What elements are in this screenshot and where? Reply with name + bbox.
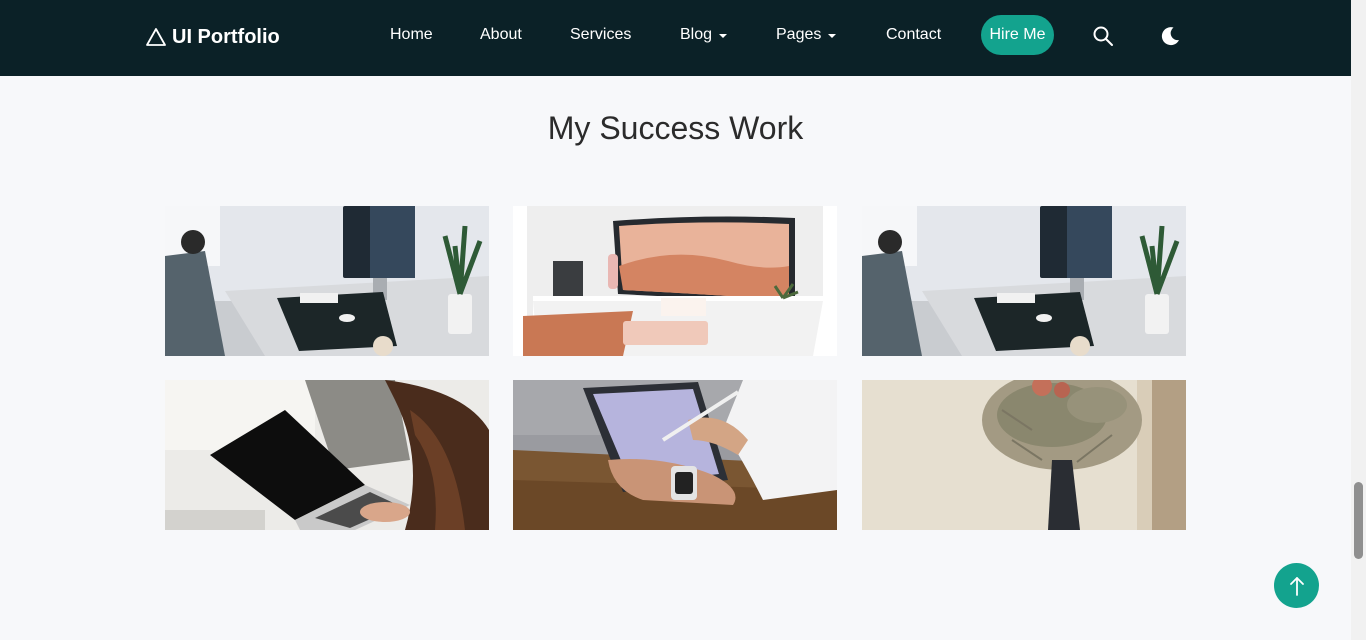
laptop-photo <box>165 380 489 530</box>
back-to-top-button[interactable] <box>1274 563 1319 608</box>
gallery-item[interactable] <box>513 380 837 530</box>
workspace-photo <box>165 206 489 356</box>
brand-name: UI Portfolio <box>172 25 280 48</box>
tablet-photo <box>513 380 837 530</box>
nav-pages-label: Pages <box>776 26 822 43</box>
gallery-item[interactable] <box>165 206 489 356</box>
nav-about[interactable]: About <box>480 24 522 46</box>
flowers-photo <box>862 380 1186 530</box>
brand-logo[interactable]: UI Portfolio <box>146 24 280 50</box>
hire-me-button[interactable]: Hire Me <box>981 15 1054 55</box>
navbar: UI Portfolio Home About Services Blog Pa… <box>0 0 1351 76</box>
triangle-logo-icon <box>146 28 166 46</box>
arrow-up-icon <box>1289 576 1304 596</box>
search-button[interactable] <box>1091 24 1115 48</box>
nav-contact[interactable]: Contact <box>886 24 941 46</box>
workspace-photo <box>862 206 1186 356</box>
moon-icon <box>1161 27 1179 46</box>
nav-services[interactable]: Services <box>570 24 631 46</box>
nav-home[interactable]: Home <box>390 24 433 46</box>
gallery-item[interactable] <box>862 380 1186 530</box>
nav-blog-label: Blog <box>680 26 713 43</box>
gallery-item[interactable] <box>513 206 837 356</box>
chevron-down-icon <box>719 33 728 38</box>
workspace-photo <box>513 206 837 356</box>
nav-blog-dropdown[interactable]: Blog <box>680 24 728 46</box>
section-title: My Success Work <box>547 110 804 146</box>
gallery-item[interactable] <box>862 206 1186 356</box>
chevron-down-icon <box>828 33 837 38</box>
nav-pages-dropdown[interactable]: Pages <box>776 24 837 46</box>
gallery-item[interactable] <box>165 380 489 530</box>
scrollbar-thumb[interactable] <box>1354 482 1363 559</box>
theme-toggle-button[interactable] <box>1158 24 1182 48</box>
search-icon <box>1093 26 1113 46</box>
